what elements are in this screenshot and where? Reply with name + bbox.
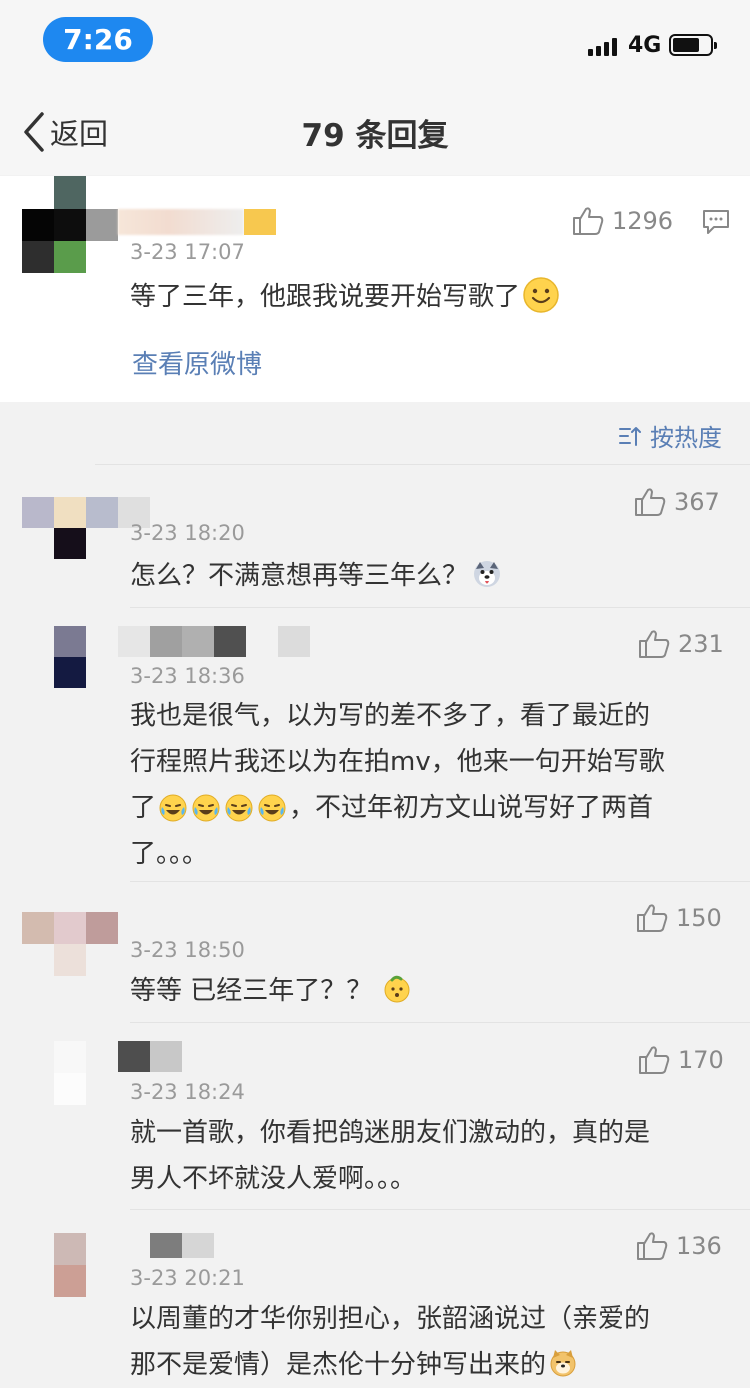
username-blurred[interactable] <box>118 209 278 235</box>
reply-date: 3-23 18:20 <box>130 521 245 543</box>
view-original-weibo-link[interactable]: 查看原微博 <box>132 344 262 381</box>
like-count: 170 <box>678 1046 724 1074</box>
like-button[interactable]: 150 <box>636 903 722 933</box>
reply-date: 3-23 18:50 <box>130 938 245 962</box>
reply-body: 等等 已经三年了？？ <box>130 968 412 1014</box>
sort-icon <box>619 426 641 446</box>
reply-date: 3-23 20:21 <box>130 1266 245 1290</box>
reply-text-line: 了 <box>130 793 157 823</box>
original-comment: 3-23 17:07 等了三年，他跟我说要开始写歌了 1296 查看原微博 <box>0 176 750 402</box>
like-button[interactable]: 367 <box>634 487 720 517</box>
like-button[interactable]: 136 <box>636 1231 722 1261</box>
username-blurred[interactable] <box>118 626 310 657</box>
thumbs-up-icon <box>637 904 668 932</box>
chevron-left-icon <box>24 112 44 152</box>
comment-date: 3-23 17:07 <box>130 240 245 264</box>
avatar[interactable] <box>54 1041 86 1105</box>
like-button[interactable]: 170 <box>638 1045 724 1075</box>
avatar[interactable] <box>22 176 118 273</box>
reply-date: 3-23 18:24 <box>130 1080 245 1104</box>
sort-label: 按热度 <box>650 424 722 452</box>
reply-text-line: 了。。。 <box>130 839 209 869</box>
reply-text-line: 我也是很气，以为写的差不多了，看了最近的 <box>130 701 651 731</box>
avatar[interactable] <box>54 626 86 688</box>
avatar[interactable] <box>54 1233 86 1297</box>
like-count: 367 <box>674 488 720 516</box>
reply-body: 我也是很气，以为写的差不多了，看了最近的 行程照片我还以为在拍mv，他来一句开始… <box>130 693 730 877</box>
thumbs-up-icon <box>573 207 604 235</box>
reply-text-line: 就一首歌，你看把鸽迷朋友们激动的，真的是 <box>130 1118 651 1148</box>
divider <box>130 1209 750 1210</box>
thumbs-up-icon <box>639 630 670 658</box>
divider <box>130 881 750 882</box>
like-count: 136 <box>676 1232 722 1260</box>
battery-icon <box>669 34 717 56</box>
husky-emoji-icon <box>472 559 502 593</box>
reply-date: 3-23 18:36 <box>130 664 245 684</box>
username-blurred[interactable] <box>150 1233 214 1258</box>
smile-emoji-icon <box>522 276 560 318</box>
network-type: 4G <box>628 33 662 58</box>
page-title: 79 条回复 <box>301 118 449 154</box>
reply-text: 等等 已经三年了？？ <box>130 976 373 1006</box>
thumbs-up-icon <box>639 1046 670 1074</box>
back-button[interactable]: 返回 <box>20 110 108 154</box>
comment-icon <box>703 210 729 234</box>
divider <box>130 607 750 608</box>
reply-text-line: 以周董的才华你别担心，张韶涵说过（亲爱的 <box>130 1304 651 1334</box>
reply-body: 就一首歌，你看把鸽迷朋友们激动的，真的是 男人不坏就没人爱啊。。。 <box>130 1110 730 1202</box>
like-count: 231 <box>678 630 724 658</box>
reply-body: 怎么？不满意想再等三年么？ <box>130 553 502 599</box>
sort-by-heat-button[interactable]: 按热度 <box>618 418 722 453</box>
like-count: 150 <box>676 904 722 932</box>
reply-text-line: 那不是爱情）是杰伦十分钟写出来的 <box>130 1350 547 1380</box>
like-button[interactable]: 1296 <box>572 206 673 236</box>
cellular-signal-icon <box>588 38 617 56</box>
doge-emoji-icon <box>548 1348 578 1382</box>
reply-text: 怎么？不满意想再等三年么？ <box>130 561 469 591</box>
divider <box>95 464 750 465</box>
thumbs-up-icon <box>637 1232 668 1260</box>
laughing-crying-emoji-icon <box>158 793 287 823</box>
status-time: 7:26 <box>43 17 153 62</box>
username-blurred[interactable] <box>118 1041 182 1072</box>
comment-text: 等了三年，他跟我说要开始写歌了 <box>130 282 521 312</box>
avatar[interactable] <box>22 912 118 976</box>
reply-text-line: ，不过年初方文山说写好了两首 <box>289 793 654 823</box>
divider <box>130 1022 750 1023</box>
nav-bar: 79 条回复 返回 <box>0 90 750 175</box>
status-bar: 7:26 4G <box>0 0 750 90</box>
comment-body: 等了三年，他跟我说要开始写歌了 <box>130 274 560 320</box>
reply-body: 以周董的才华你别担心，张韶涵说过（亲爱的 那不是爱情）是杰伦十分钟写出来的 <box>130 1296 730 1388</box>
reply-text-line: 行程照片我还以为在拍mv，他来一句开始写歌 <box>130 747 665 777</box>
reply-text-line: 男人不坏就没人爱啊。。。 <box>130 1164 417 1194</box>
like-count: 1296 <box>612 207 674 235</box>
back-label: 返回 <box>50 117 109 151</box>
comment-button[interactable] <box>702 209 730 239</box>
like-button[interactable]: 231 <box>638 629 724 659</box>
thumbs-up-icon <box>635 488 666 516</box>
face-emoji-icon <box>382 974 412 1008</box>
